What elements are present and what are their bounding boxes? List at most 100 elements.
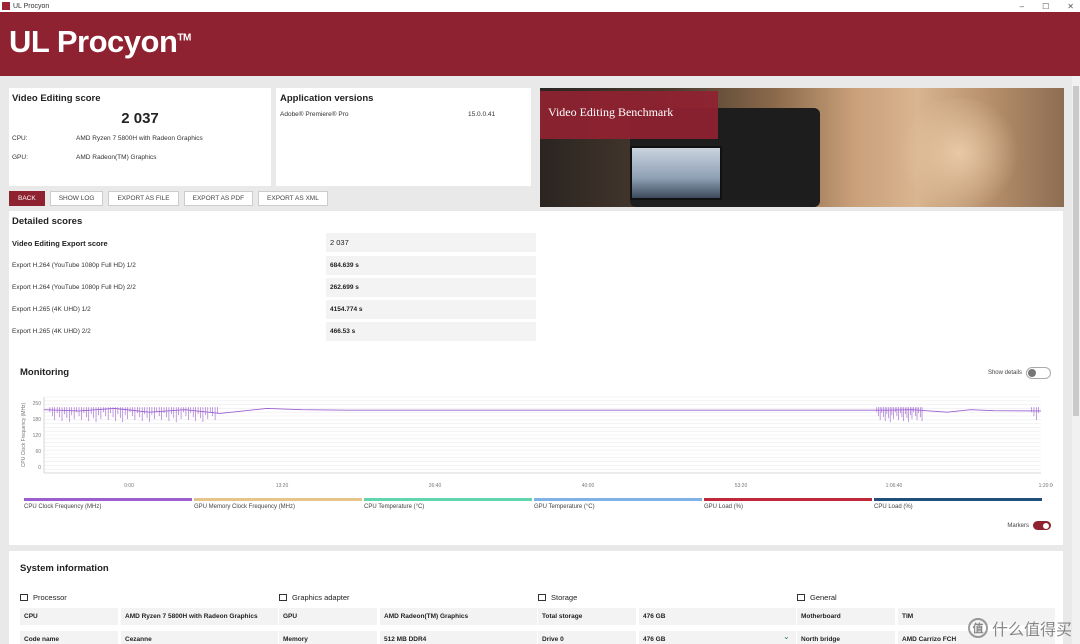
detail-row-value: 684.639 s [326, 256, 536, 275]
app-logo: UL ProcyonTM [9, 24, 191, 59]
detail-row-value: 262.699 s [326, 278, 536, 297]
y-tick-label: 0 [38, 465, 41, 471]
app-version: 15.0.0.41 [468, 111, 496, 118]
graphics-icon [279, 593, 287, 601]
benchmark-banner-image: Video Editing Benchmark [540, 88, 1064, 207]
graphics-column: Graphics adapter GPU AMD Radeon(TM) Graph… [279, 592, 537, 644]
legend-label: CPU Temperature (°C) [364, 504, 425, 510]
score-panel: Video Editing score 2 037 CPU: AMD Ryzen… [9, 88, 271, 186]
markers-toggle[interactable] [1033, 521, 1051, 530]
legend-label: GPU Temperature (°C) [534, 504, 595, 510]
x-tick-label: 0:00 [124, 483, 134, 489]
back-button[interactable]: BACK [9, 191, 45, 206]
legend-label: GPU Memory Clock Frequency (MHz) [194, 504, 296, 510]
processor-column: Processor CPU AMD Ryzen 7 5800H with Rade… [20, 592, 278, 644]
y-axis-label: CPU Clock Frequency (MHz) [21, 402, 27, 467]
legend-label: GPU Load (%) [704, 504, 744, 510]
graphics-heading: Graphics adapter [292, 592, 350, 602]
score-title: Video Editing score [12, 93, 101, 104]
legend-swatch [874, 498, 1042, 501]
monitoring-chart: CPU Clock Frequency (MHz) 250 180 120 60 0 0:0… [21, 396, 1053, 489]
show-details-label: Show details [987, 370, 1022, 376]
maximize-button[interactable]: ☐ [1042, 2, 1049, 11]
storage-icon [538, 593, 546, 601]
sys-value: 476 GB [639, 608, 796, 625]
legend-item[interactable]: GPU Temperature (°C) [534, 498, 704, 510]
app-versions-panel: Application versions Adobe® Premiere® Pr… [276, 88, 531, 186]
score-value: 2 037 [121, 110, 159, 127]
detail-row-label: Video Editing Export score [12, 239, 108, 248]
banner-label: Video Editing Benchmark [540, 91, 718, 139]
x-tick-label: 13:20 [276, 483, 289, 489]
main-content: Video Editing score 2 037 CPU: AMD Ryzen… [0, 76, 1072, 644]
legend-swatch [24, 498, 192, 501]
y-tick-label: 250 [33, 401, 42, 407]
legend-item[interactable]: GPU Memory Clock Frequency (MHz) [194, 498, 364, 510]
detail-row-value: 2 037 [326, 233, 536, 252]
x-tick-label: 53:20 [735, 483, 748, 489]
legend-swatch [364, 498, 532, 501]
legend-item[interactable]: CPU Temperature (°C) [364, 498, 534, 510]
sys-key: Total storage [538, 608, 636, 625]
sys-value: 476 GB [639, 631, 796, 644]
watermark-text: 什么值得买 [991, 622, 1072, 639]
sys-value: AMD Radeon(TM) Graphics [380, 608, 537, 625]
legend-swatch [534, 498, 702, 501]
legend-item[interactable]: CPU Clock Frequency (MHz) [24, 498, 194, 510]
vertical-scrollbar[interactable] [1072, 76, 1080, 644]
sys-key: CPU [20, 608, 118, 625]
export-pdf-button[interactable]: EXPORT AS PDF [183, 191, 254, 206]
processor-icon [20, 593, 28, 601]
legend-swatch [194, 498, 362, 501]
storage-column: Storage Total storage 476 GB Drive 0 476 G… [538, 592, 796, 644]
export-file-button[interactable]: EXPORT AS FILE [108, 191, 179, 206]
watermark-logo: 值 [967, 618, 988, 638]
legend-swatch [704, 498, 872, 501]
show-details-control: Show details [988, 367, 1051, 379]
sys-row: Drive 0 476 GB [538, 631, 796, 644]
sys-key: GPU [279, 608, 377, 625]
markers-label: Markers [1007, 522, 1029, 529]
detail-row-label: Export H.265 (4K UHD) 2/2 [12, 328, 91, 335]
sys-value: 512 MB DDR4 [380, 631, 537, 644]
detail-row-label: Export H.264 (YouTube 1080p Full HD) 1/2 [12, 262, 136, 269]
show-details-toggle[interactable] [1026, 367, 1051, 379]
window-title: UL Procyon [13, 2, 50, 10]
app-versions-title: Application versions [280, 93, 374, 104]
app-icon [2, 2, 10, 10]
detail-row-value: 466.53 s [326, 322, 536, 341]
banner-light [894, 98, 1024, 207]
show-log-button[interactable]: SHOW LOG [49, 191, 104, 206]
action-buttons: BACK SHOW LOG EXPORT AS FILE EXPORT AS P… [9, 191, 328, 206]
detail-row-value: 4154.774 s [326, 300, 536, 319]
x-tick-label: 26:40 [429, 483, 442, 489]
window-titlebar: UL Procyon – ☐ ✕ [0, 0, 1080, 12]
minimize-button[interactable]: – [1020, 2, 1024, 11]
close-button[interactable]: ✕ [1067, 2, 1074, 11]
sys-value: AMD Ryzen 7 5800H with Radeon Graphics [121, 608, 278, 625]
sys-row: Total storage 476 GB [538, 608, 796, 625]
chevron-down-icon[interactable]: ⌄ [783, 632, 790, 641]
cpu-label: CPU: [12, 135, 28, 142]
detailed-scores-title: Detailed scores [12, 216, 83, 227]
sys-row: GPU AMD Radeon(TM) Graphics [279, 608, 537, 625]
detail-row-label: Export H.265 (4K UHD) 1/2 [12, 306, 91, 313]
markers-control: Markers [1007, 521, 1051, 530]
scrollbar-thumb[interactable] [1073, 86, 1079, 416]
general-column: General Motherboard TIM North bridge AMD C… [797, 592, 1055, 644]
legend-item[interactable]: CPU Load (%) [874, 498, 1044, 510]
monitoring-panel: Monitoring Show details CPU Clock Freque… [9, 355, 1063, 545]
gpu-value: AMD Radeon(TM) Graphics [76, 154, 157, 161]
general-icon [797, 593, 805, 601]
sys-row: Code name Cezanne [20, 631, 278, 644]
sys-row: Memory 512 MB DDR4 [279, 631, 537, 644]
sys-key: Code name [20, 631, 118, 644]
app-header: UL ProcyonTM [0, 12, 1080, 76]
legend-item[interactable]: GPU Load (%) [704, 498, 874, 510]
cpu-value: AMD Ryzen 7 5800H with Radeon Graphics [76, 135, 203, 142]
series-line [43, 407, 1042, 414]
chart-legend: CPU Clock Frequency (MHz) GPU Memory Cloc… [24, 498, 1046, 510]
sys-key: Drive 0 [538, 631, 636, 644]
banner-title: Video Editing Benchmark [548, 105, 674, 119]
export-xml-button[interactable]: EXPORT AS XML [258, 191, 328, 206]
